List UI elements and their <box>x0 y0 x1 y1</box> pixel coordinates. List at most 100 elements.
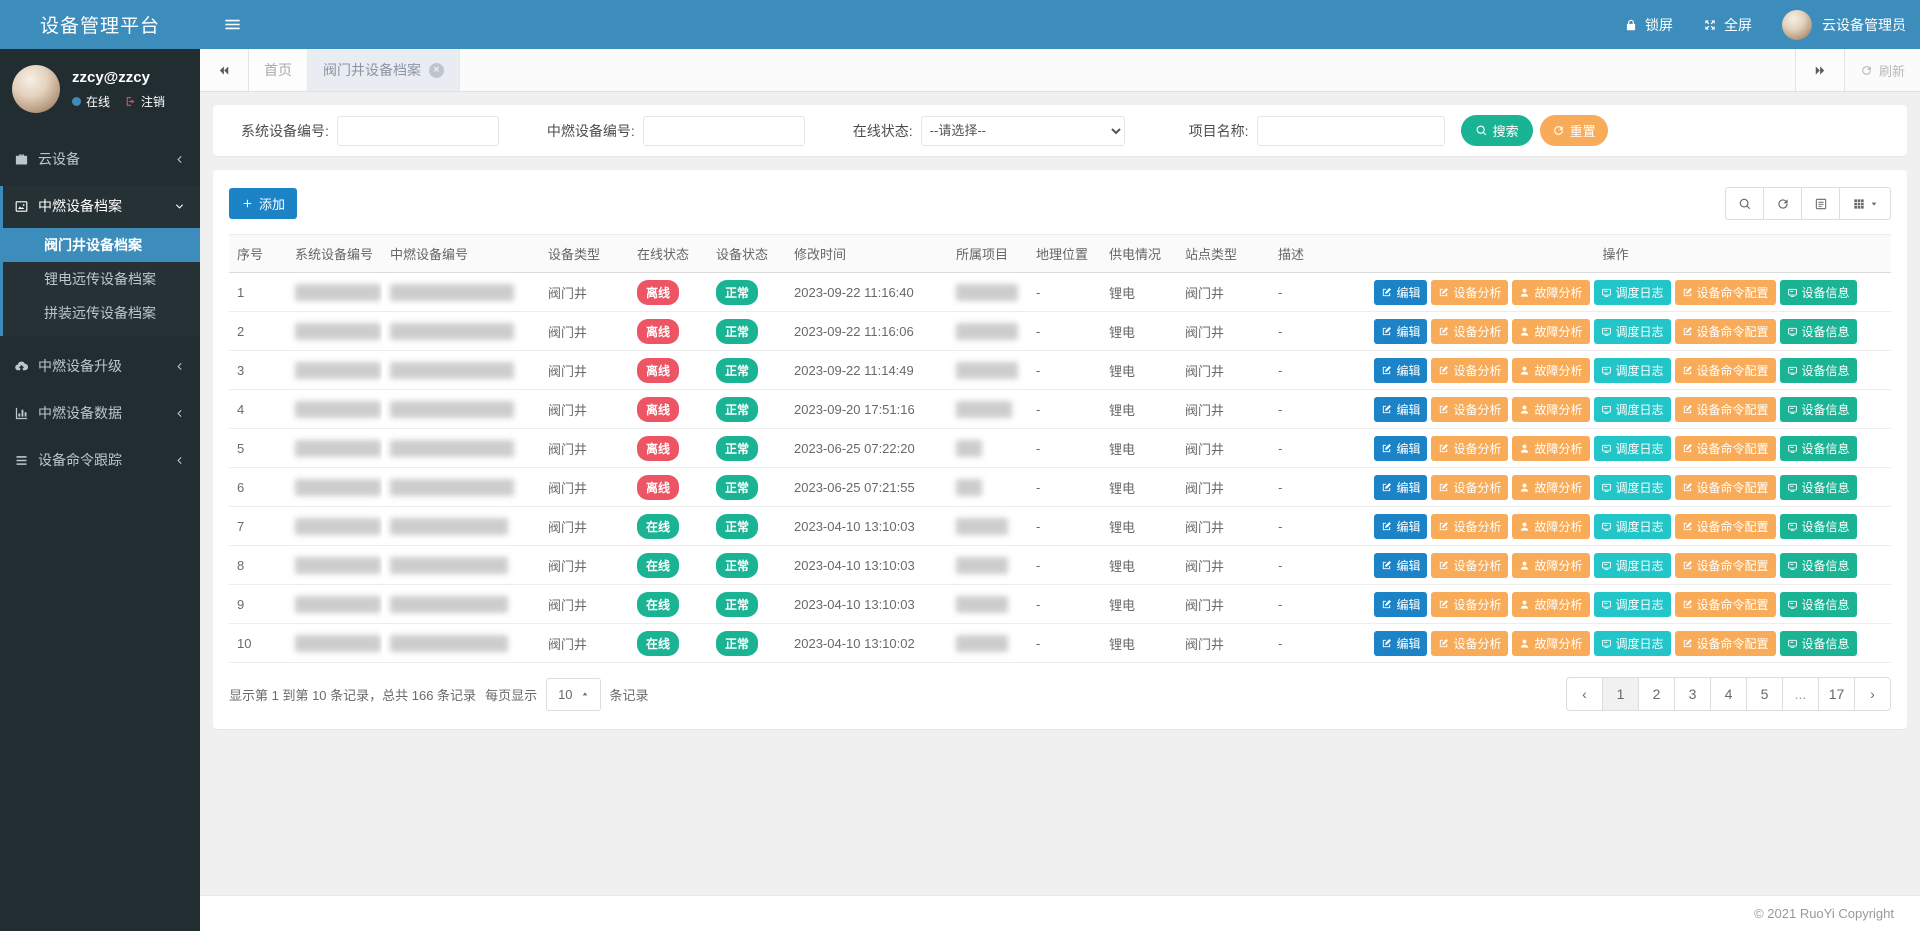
action-调度日志-button[interactable]: 调度日志 <box>1594 319 1671 344</box>
action-故障分析-button[interactable]: 故障分析 <box>1512 514 1589 539</box>
action-设备信息-button[interactable]: 设备信息 <box>1780 592 1857 617</box>
tab-active[interactable]: 阀门井设备档案× <box>308 49 460 91</box>
page-size-select[interactable]: 10 <box>546 678 600 711</box>
pager-button-1[interactable]: 1 <box>1602 677 1639 711</box>
pager-button-2[interactable]: 2 <box>1638 677 1675 711</box>
action-调度日志-button[interactable]: 调度日志 <box>1594 553 1671 578</box>
action-设备分析-button[interactable]: 设备分析 <box>1431 475 1508 500</box>
action-设备信息-button[interactable]: 设备信息 <box>1780 475 1857 500</box>
action-编辑-button[interactable]: 编辑 <box>1374 280 1427 305</box>
action-设备信息-button[interactable]: 设备信息 <box>1780 319 1857 344</box>
action-故障分析-button[interactable]: 故障分析 <box>1512 319 1589 344</box>
table-refresh-button[interactable] <box>1763 187 1802 220</box>
cell-device-status-badge: 正常 <box>716 631 758 656</box>
sidebar-subitem[interactable]: 阀门井设备档案 <box>3 228 200 262</box>
action-设备命令配置-button[interactable]: 设备命令配置 <box>1675 280 1776 305</box>
action-调度日志-button[interactable]: 调度日志 <box>1594 514 1671 539</box>
logout-button[interactable]: 注销 <box>124 93 165 110</box>
action-设备命令配置-button[interactable]: 设备命令配置 <box>1675 319 1776 344</box>
pager-button-3[interactable]: 3 <box>1674 677 1711 711</box>
action-设备命令配置-button[interactable]: 设备命令配置 <box>1675 592 1776 617</box>
action-编辑-button[interactable]: 编辑 <box>1374 553 1427 578</box>
lock-screen-button[interactable]: 锁屏 <box>1624 15 1673 35</box>
action-调度日志-button[interactable]: 调度日志 <box>1594 397 1671 422</box>
pager-button-5[interactable]: 5 <box>1746 677 1783 711</box>
table-columns-button[interactable] <box>1839 187 1891 220</box>
fullscreen-button[interactable]: 全屏 <box>1703 15 1752 35</box>
action-设备分析-button[interactable]: 设备分析 <box>1431 631 1508 656</box>
action-设备分析-button[interactable]: 设备分析 <box>1431 397 1508 422</box>
sidebar-item[interactable]: 中燃设备档案 <box>3 186 200 226</box>
action-设备命令配置-button[interactable]: 设备命令配置 <box>1675 631 1776 656</box>
action-编辑-button[interactable]: 编辑 <box>1374 592 1427 617</box>
reset-button[interactable]: 重置 <box>1540 115 1608 146</box>
action-编辑-button[interactable]: 编辑 <box>1374 319 1427 344</box>
tab-close-icon[interactable]: × <box>429 63 444 78</box>
action-编辑-button[interactable]: 编辑 <box>1374 436 1427 461</box>
pager-button-›[interactable]: › <box>1854 677 1891 711</box>
online-status-select[interactable]: --请选择-- <box>921 116 1125 146</box>
sidebar-toggle-icon[interactable] <box>214 9 251 40</box>
action-设备信息-button[interactable]: 设备信息 <box>1780 631 1857 656</box>
action-设备命令配置-button[interactable]: 设备命令配置 <box>1675 358 1776 383</box>
action-故障分析-button[interactable]: 故障分析 <box>1512 631 1589 656</box>
action-调度日志-button[interactable]: 调度日志 <box>1594 631 1671 656</box>
action-故障分析-button[interactable]: 故障分析 <box>1512 553 1589 578</box>
sidebar-item[interactable]: 云设备 <box>0 139 200 179</box>
tabs-scroll-left-button[interactable] <box>200 49 249 91</box>
pager-button-4[interactable]: 4 <box>1710 677 1747 711</box>
action-设备命令配置-button[interactable]: 设备命令配置 <box>1675 475 1776 500</box>
action-调度日志-button[interactable]: 调度日志 <box>1594 436 1671 461</box>
sidebar-item[interactable]: 中燃设备数据 <box>0 393 200 433</box>
action-编辑-button[interactable]: 编辑 <box>1374 397 1427 422</box>
action-设备命令配置-button[interactable]: 设备命令配置 <box>1675 436 1776 461</box>
action-调度日志-button[interactable]: 调度日志 <box>1594 475 1671 500</box>
table-search-toggle-button[interactable] <box>1725 187 1764 220</box>
action-故障分析-button[interactable]: 故障分析 <box>1512 475 1589 500</box>
action-编辑-button[interactable]: 编辑 <box>1374 475 1427 500</box>
action-设备分析-button[interactable]: 设备分析 <box>1431 319 1508 344</box>
action-设备信息-button[interactable]: 设备信息 <box>1780 280 1857 305</box>
action-调度日志-button[interactable]: 调度日志 <box>1594 592 1671 617</box>
table-card-view-button[interactable] <box>1801 187 1840 220</box>
tab-home[interactable]: 首页 <box>249 49 308 91</box>
system-device-no-input[interactable] <box>337 116 499 146</box>
action-设备命令配置-button[interactable]: 设备命令配置 <box>1675 397 1776 422</box>
action-调度日志-button[interactable]: 调度日志 <box>1594 358 1671 383</box>
zr-device-no-input[interactable] <box>643 116 805 146</box>
action-设备分析-button[interactable]: 设备分析 <box>1431 436 1508 461</box>
action-编辑-button[interactable]: 编辑 <box>1374 631 1427 656</box>
action-设备分析-button[interactable]: 设备分析 <box>1431 592 1508 617</box>
pager-button-17[interactable]: 17 <box>1818 677 1855 711</box>
action-故障分析-button[interactable]: 故障分析 <box>1512 436 1589 461</box>
action-设备分析-button[interactable]: 设备分析 <box>1431 514 1508 539</box>
action-编辑-button[interactable]: 编辑 <box>1374 358 1427 383</box>
action-设备信息-button[interactable]: 设备信息 <box>1780 514 1857 539</box>
action-设备分析-button[interactable]: 设备分析 <box>1431 358 1508 383</box>
pager-button-‹[interactable]: ‹ <box>1566 677 1603 711</box>
action-设备信息-button[interactable]: 设备信息 <box>1780 436 1857 461</box>
action-故障分析-button[interactable]: 故障分析 <box>1512 280 1589 305</box>
action-编辑-button[interactable]: 编辑 <box>1374 514 1427 539</box>
sidebar-item[interactable]: 设备命令跟踪 <box>0 440 200 480</box>
sidebar-subitem[interactable]: 锂电远传设备档案 <box>3 262 200 296</box>
action-设备信息-button[interactable]: 设备信息 <box>1780 553 1857 578</box>
action-设备分析-button[interactable]: 设备分析 <box>1431 280 1508 305</box>
project-name-input[interactable] <box>1257 116 1445 146</box>
action-故障分析-button[interactable]: 故障分析 <box>1512 358 1589 383</box>
tabs-scroll-right-button[interactable] <box>1795 49 1844 91</box>
action-设备命令配置-button[interactable]: 设备命令配置 <box>1675 514 1776 539</box>
action-设备信息-button[interactable]: 设备信息 <box>1780 358 1857 383</box>
sidebar-item[interactable]: 中燃设备升级 <box>0 346 200 386</box>
tab-refresh-button[interactable]: 刷新 <box>1844 49 1920 91</box>
current-user-menu[interactable]: 云设备管理员 <box>1782 10 1906 40</box>
search-button[interactable]: 搜索 <box>1461 115 1533 146</box>
action-设备分析-button[interactable]: 设备分析 <box>1431 553 1508 578</box>
action-调度日志-button[interactable]: 调度日志 <box>1594 280 1671 305</box>
action-故障分析-button[interactable]: 故障分析 <box>1512 397 1589 422</box>
add-button[interactable]: 添加 <box>229 188 297 219</box>
sidebar-subitem[interactable]: 拼装远传设备档案 <box>3 296 200 330</box>
action-故障分析-button[interactable]: 故障分析 <box>1512 592 1589 617</box>
action-设备命令配置-button[interactable]: 设备命令配置 <box>1675 553 1776 578</box>
action-设备信息-button[interactable]: 设备信息 <box>1780 397 1857 422</box>
